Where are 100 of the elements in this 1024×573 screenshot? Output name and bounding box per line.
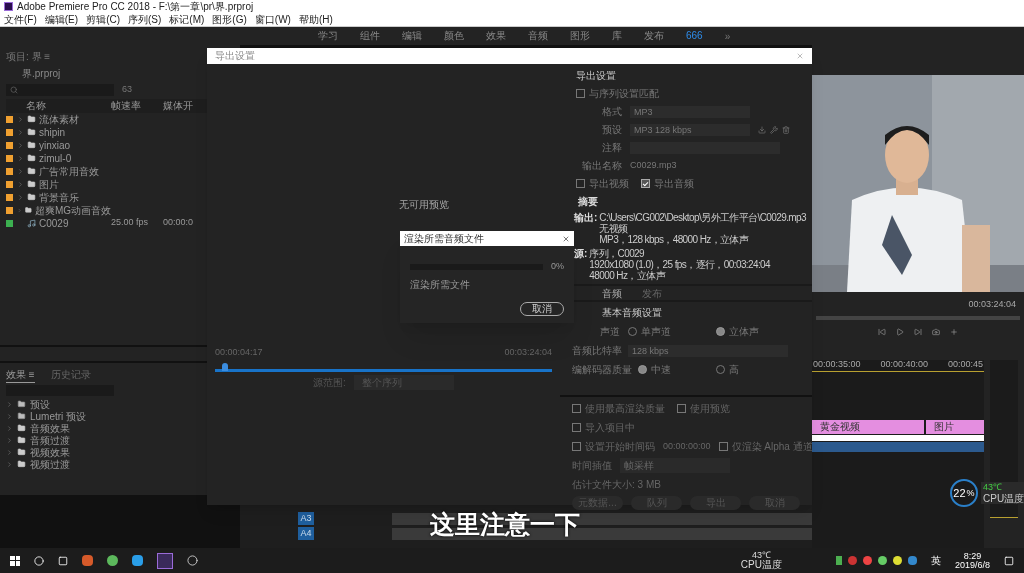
range-bar[interactable] — [215, 363, 552, 373]
workspace-tab[interactable]: 图形 — [570, 31, 590, 41]
bin-name[interactable]: zimul-0 — [39, 150, 72, 166]
column-header[interactable]: 帧速率 — [111, 98, 163, 113]
track-target[interactable]: A4 — [298, 527, 314, 540]
summary-line: C:\Users\CG002\Desktop\另外工作平台\C0029.mp3 — [599, 212, 807, 223]
subtitle: 这里注意一下 — [430, 512, 580, 537]
bin-name[interactable]: C0029 — [39, 215, 69, 231]
checkbox[interactable] — [572, 442, 581, 451]
close-icon[interactable] — [562, 234, 570, 243]
radio-button[interactable] — [716, 327, 725, 336]
ruler-time: 00:00:45 — [947, 359, 983, 371]
summary-line: 无视频 — [599, 223, 628, 234]
workspace-tab[interactable]: 音频 — [528, 31, 548, 41]
preview-message: 无可用预览 — [398, 198, 449, 213]
notification-icon[interactable] — [1004, 555, 1014, 566]
premiere-icon[interactable] — [157, 552, 173, 569]
workspace-tab[interactable]: 组件 — [360, 31, 380, 41]
bin-name[interactable]: 图片 — [39, 176, 59, 192]
checkbox-label: 与序列设置匹配 — [589, 87, 659, 101]
workspace-tab[interactable]: 效果 — [486, 31, 506, 41]
step-forward-icon — [914, 327, 922, 336]
summary-line: 序列，C0029 — [589, 248, 645, 259]
clock-time: 8:29 — [963, 551, 982, 561]
progress-status: 渲染所需文件 — [409, 277, 471, 292]
panel-tab[interactable]: 效果 ≡ — [6, 367, 35, 383]
checkbox[interactable] — [572, 423, 581, 432]
app-icon[interactable] — [107, 555, 118, 566]
column-header[interactable]: 媒体开 — [163, 98, 193, 113]
playhead[interactable] — [221, 363, 228, 371]
app-icon[interactable] — [82, 555, 93, 566]
app-icon[interactable] — [132, 555, 143, 566]
app-icon — [4, 2, 13, 11]
dropdown[interactable]: 128 kbps — [628, 344, 788, 357]
cpu-unit: % — [966, 488, 975, 498]
summary-line: 48000 Hz，立体声 — [589, 270, 667, 281]
checkbox[interactable] — [718, 442, 728, 451]
dropdown[interactable]: MP3 — [630, 105, 750, 118]
timecode: 00:03:24:04 — [968, 298, 1016, 311]
checkbox-label: 导出音频 — [654, 177, 694, 191]
folder-icon — [17, 460, 26, 468]
add-icon — [950, 327, 958, 336]
workspace-tab[interactable]: 发布 — [644, 31, 664, 41]
folder-icon — [27, 167, 36, 175]
column-header[interactable]: 名称 — [6, 98, 111, 113]
bin-name[interactable]: yinxiao — [39, 137, 71, 153]
menu-item[interactable]: 序列(S) — [128, 14, 162, 25]
checkbox[interactable] — [576, 179, 585, 188]
menu-item[interactable]: 帮助(H) — [298, 14, 333, 25]
radio-button[interactable] — [638, 365, 647, 374]
play-icon — [896, 327, 904, 336]
workspace-tab[interactable]: 库 — [612, 31, 622, 41]
track-target[interactable]: A3 — [298, 512, 314, 525]
checkbox[interactable] — [641, 179, 650, 188]
folder-icon — [27, 154, 36, 162]
workspace-tab[interactable]: 666 — [686, 31, 703, 41]
task-view-icon[interactable] — [58, 555, 68, 566]
folder-icon — [27, 128, 36, 136]
input-language[interactable]: 英 — [930, 553, 941, 568]
bin-name[interactable]: 流体素材 — [39, 111, 79, 127]
checkbox[interactable] — [576, 89, 585, 98]
menu-item[interactable]: 标记(M) — [169, 14, 205, 25]
search-field[interactable] — [6, 83, 114, 96]
workspace-tab[interactable]: 编辑 — [402, 31, 422, 41]
summary-label: 源: — [574, 248, 588, 261]
output-name[interactable]: C0029.mp3 — [630, 158, 677, 173]
dialog-title: 渲染所需音频文件 — [404, 233, 484, 244]
ruler-time: 00:00:35:00 — [813, 359, 861, 371]
radio-label: 高 — [729, 363, 739, 377]
summary-label: 输出: — [574, 212, 598, 225]
summary-line: MP3，128 kbps，48000 Hz，立体声 — [599, 234, 750, 245]
summary-line: 1920x1080 (1.0)，25 fps，逐行，00:03:24:04 — [589, 259, 771, 270]
radio-label: 单声道 — [641, 325, 671, 339]
folder-icon — [27, 193, 36, 201]
video-clip[interactable]: 图片 — [926, 419, 984, 434]
start-icon[interactable] — [10, 555, 20, 566]
checkbox[interactable] — [572, 404, 581, 413]
in-timecode: 00:00:04:17 — [215, 345, 263, 359]
dropdown[interactable]: MP3 128 kbps — [630, 123, 750, 136]
taskbar-temperature: 43℃ — [751, 551, 771, 560]
search-icon — [10, 85, 18, 94]
bin-name[interactable]: 广告常用音效 — [39, 163, 99, 179]
settings-tab[interactable]: 音频 — [602, 285, 622, 301]
menu-item[interactable]: 编辑(E) — [44, 14, 79, 25]
bin-name[interactable]: shipin — [39, 124, 66, 140]
workspace-tab[interactable]: 颜色 — [444, 31, 464, 41]
app-icon[interactable] — [187, 555, 198, 566]
menu-item[interactable]: 文件(F) — [4, 14, 37, 25]
video-clip[interactable]: 黄金视频 — [812, 419, 924, 434]
menu-item[interactable]: 图形(G) — [212, 14, 247, 25]
checkbox[interactable] — [677, 404, 686, 413]
bin-name[interactable]: 超爽MG动画音效 — [34, 202, 111, 218]
item-count: 63 — [122, 83, 132, 96]
menu-item[interactable]: 剪辑(C) — [86, 14, 120, 25]
bin-name[interactable]: 背景音乐 — [39, 189, 79, 205]
more-workspaces-button[interactable]: » — [724, 28, 731, 44]
workspace-tab[interactable]: 学习 — [318, 31, 338, 41]
search-icon[interactable] — [34, 555, 44, 566]
menu-item[interactable]: 窗口(W) — [254, 14, 291, 25]
checkbox-label: 导入项目中 — [585, 421, 635, 435]
